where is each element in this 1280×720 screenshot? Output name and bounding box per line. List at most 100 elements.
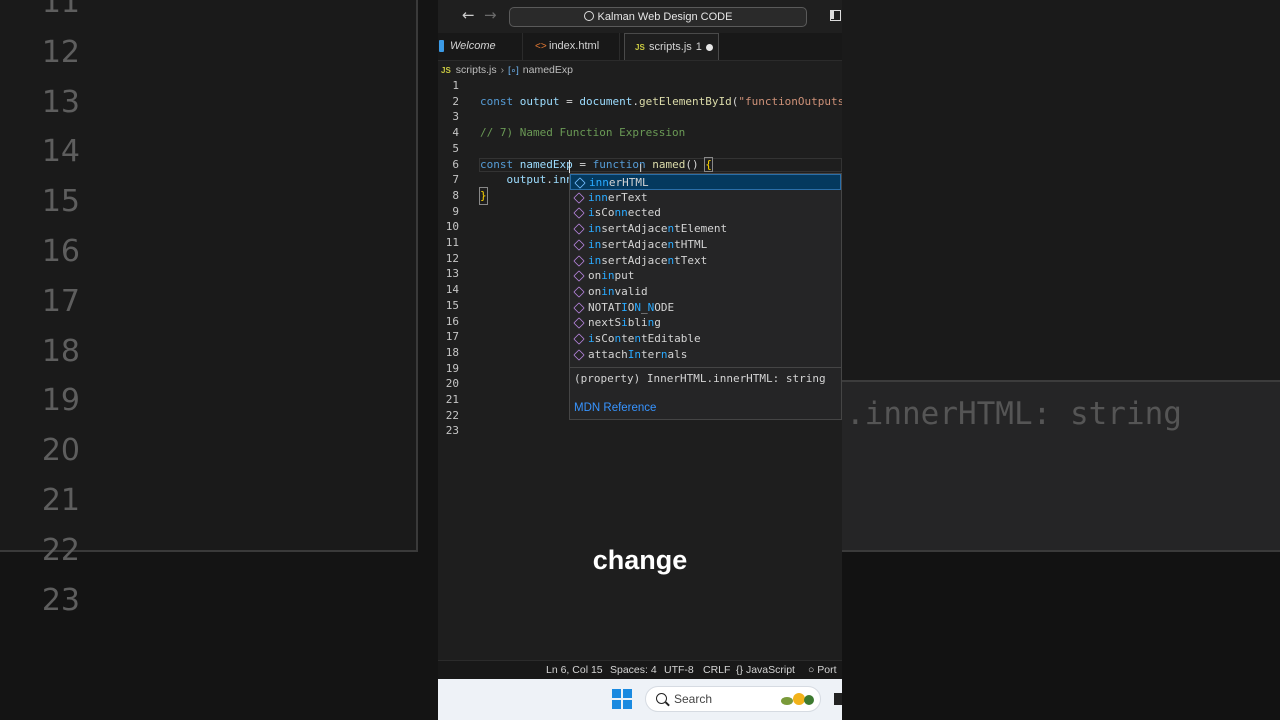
- tab-scripts-js[interactable]: JS scripts.js 1: [624, 33, 719, 60]
- suggestion-widget: innerHTML innerText isConnected insertAdjac…: [569, 173, 842, 420]
- suggestion-detail: (property) InnerHTML.innerHTML: string: [574, 372, 826, 385]
- background-left: 11 12 13 14 15 16 17 18 19 20 21 22 23: [0, 0, 438, 720]
- suggestion-item[interactable]: innerText: [570, 190, 841, 206]
- tab-index-html[interactable]: <> index.html: [523, 33, 620, 60]
- property-icon: [573, 207, 585, 220]
- code-token: output: [519, 94, 560, 108]
- js-file-icon: JS: [441, 66, 451, 75]
- indentation[interactable]: Spaces: 4: [610, 661, 657, 679]
- code-comment: // 7) Named Function Expression: [480, 126, 686, 140]
- property-icon: [573, 192, 585, 204]
- mdn-reference-link[interactable]: MDN Reference: [574, 402, 656, 414]
- suggestion-label: NOTATION_NODE: [588, 300, 675, 314]
- background-line-number: 23: [41, 582, 80, 618]
- background-line-number: 13: [41, 84, 80, 120]
- code-token: }: [479, 186, 488, 205]
- line-number: 17: [445, 330, 459, 344]
- port-indicator[interactable]: ○ Port: [808, 661, 837, 679]
- property-icon: [573, 223, 585, 235]
- breadcrumb-symbol[interactable]: namedExp: [523, 64, 573, 76]
- toggle-sidebar-icon[interactable]: [830, 10, 841, 21]
- code-token: =: [559, 94, 580, 108]
- code-token: .: [632, 94, 639, 108]
- suggestion-item[interactable]: NOTATION_NODE: [570, 300, 841, 316]
- command-center[interactable]: Kalman Web Design CODE: [509, 7, 807, 27]
- background-line-number: 12: [41, 34, 80, 70]
- tab-label: scripts.js: [649, 41, 692, 53]
- suggestion-item[interactable]: isConnected: [570, 205, 841, 221]
- property-icon: [573, 270, 585, 282]
- braces-icon: {}: [736, 664, 744, 676]
- suggestion-item[interactable]: isContentEditable: [570, 331, 841, 347]
- suggestion-label: oninvalid: [588, 284, 648, 298]
- breadcrumb-file[interactable]: scripts.js: [456, 64, 497, 76]
- language-mode[interactable]: {} JavaScript: [736, 661, 795, 679]
- tab-label: index.html: [549, 40, 600, 52]
- back-arrow-icon[interactable]: ←: [462, 6, 475, 24]
- vscode-window: ← → Kalman Web Design CODE Welcome <> in…: [438, 0, 842, 720]
- taskbar-app-icon[interactable]: [834, 693, 842, 705]
- search-icon: [656, 693, 667, 704]
- tab-label: Welcome: [450, 40, 496, 52]
- editor-tabs: Welcome <> index.html JS scripts.js 1: [438, 33, 842, 61]
- suggestion-item[interactable]: oninput: [570, 268, 841, 284]
- line-number: 14: [445, 283, 459, 297]
- search-icon: [583, 11, 594, 21]
- line-number: 18: [445, 345, 459, 359]
- line-number: 12: [445, 251, 459, 265]
- divider: [570, 367, 841, 368]
- background-line-numbers: 11 12 13 14 15 16 17 18 19 20 21 22 23: [0, 0, 80, 625]
- code-token: document: [579, 94, 633, 108]
- suggestion-label: innerHTML: [589, 176, 649, 189]
- background-line-number: 19: [41, 383, 80, 419]
- search-placeholder: Search: [674, 692, 713, 706]
- suggestion-item[interactable]: insertAdjacentHTML: [570, 237, 841, 253]
- gutter-row: 23: [438, 423, 842, 439]
- background-line-number: 22: [41, 532, 80, 568]
- title-bar: ← → Kalman Web Design CODE: [438, 0, 842, 33]
- line-number: 21: [445, 393, 459, 406]
- port-icon: ○: [808, 664, 815, 676]
- html-file-icon: <>: [535, 41, 547, 52]
- property-icon: [573, 254, 585, 267]
- suggestion-item[interactable]: insertAdjacentText: [570, 253, 841, 269]
- windows-taskbar: Search: [438, 679, 842, 720]
- line-endings[interactable]: CRLF: [703, 661, 730, 679]
- suggestion-item[interactable]: oninvalid: [570, 284, 841, 300]
- property-icon: [573, 317, 585, 329]
- code-token: getElementById: [638, 94, 732, 108]
- line-number: 13: [445, 267, 459, 281]
- suggestion-item[interactable]: innerHTML: [570, 174, 841, 190]
- code-line-3: // 7) Named Function Expression: [438, 109, 842, 139]
- line-number: 10: [445, 220, 459, 234]
- js-file-icon: JS: [635, 43, 645, 52]
- port-label: Port: [817, 664, 837, 676]
- line-number: 16: [445, 314, 459, 328]
- suggestion-label: oninput: [588, 269, 635, 283]
- encoding[interactable]: UTF-8: [664, 661, 694, 679]
- tab-welcome[interactable]: Welcome: [438, 33, 523, 60]
- suggestion-item[interactable]: insertAdjacentElement: [570, 221, 841, 237]
- suggestion-label: insertAdjacentHTML: [588, 237, 708, 251]
- suggestion-label: attachInternals: [588, 347, 688, 361]
- cursor-position[interactable]: Ln 6, Col 15: [546, 661, 603, 679]
- text-cursor: [569, 160, 570, 173]
- property-icon: [573, 286, 585, 298]
- code-line-5: const namedExp = function named() {: [438, 141, 842, 172]
- command-center-label: Kalman Web Design CODE: [597, 11, 733, 23]
- forward-arrow-icon[interactable]: →: [484, 6, 497, 24]
- code-line-1: const output = document.getElementById("…: [438, 78, 842, 108]
- line-number: 22: [445, 408, 459, 422]
- taskbar-search[interactable]: Search: [645, 686, 821, 712]
- suggestion-item[interactable]: attachInternals: [570, 347, 841, 363]
- chevron-right-icon: ›: [500, 64, 505, 76]
- suggestion-label: insertAdjacentText: [588, 253, 708, 267]
- windows-start-icon[interactable]: [612, 689, 632, 709]
- suggestion-label: insertAdjacentElement: [588, 222, 728, 236]
- background-line-number: 11: [41, 0, 80, 20]
- suggestion-item[interactable]: nextSibling: [570, 315, 841, 331]
- background-line-number: 17: [41, 283, 80, 319]
- unsaved-dot-icon[interactable]: [706, 44, 713, 51]
- line-number: 20: [445, 377, 459, 391]
- suggestion-label: isConnected: [588, 206, 661, 220]
